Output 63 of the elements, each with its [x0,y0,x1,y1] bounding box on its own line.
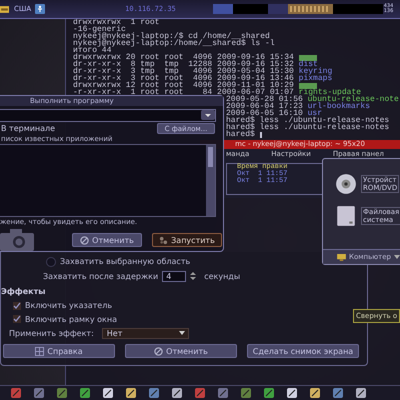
accessibility-icon[interactable] [35,4,46,14]
cancel-button[interactable]: Отменить [125,344,237,358]
run-button[interactable]: Запустить [152,233,222,247]
terminal-line: drwxrwxrwx 20 root root 4096 2009-09-16 15:34 [73,54,295,61]
file-name: rights-update [298,89,362,96]
terminal-line: dr-xr-xr-x 3 root root 4096 2009-09-16 13:46 [73,75,295,82]
terminal-line: итого 44 [73,47,112,54]
terminal-line: hared$ [226,131,256,138]
file-name: keyring [298,68,332,75]
file-name: url-bookmarks [308,103,370,110]
spin-arrows-icon[interactable] [190,271,196,281]
dropdown-icon[interactable] [201,110,215,120]
section-title: Эффекты [1,287,46,296]
gears-icon [159,236,168,244]
cancel-button[interactable]: Отменить [72,233,142,247]
camera-icon [0,229,34,251]
terminal-line: nykeej@nykeej-laptop:/$ cd /home/__shared [73,33,270,40]
checkbox-label[interactable]: Включить рамку окна [25,314,117,324]
terminal-line: 2009-06-04 17:23 [226,103,304,110]
terminal-line: 2009-06-05 16:10 [226,110,303,117]
effect-select[interactable]: Нет [102,328,189,338]
terminal-line: hared$ less ./ubuntu-release-notes [226,117,390,124]
terminal-line: -16-generic [73,26,126,33]
grid-icon [35,346,44,356]
cancel-icon [154,346,164,356]
file-name: pixmaps [298,75,332,82]
radio-button[interactable] [46,256,56,266]
scrollbar[interactable] [206,144,215,216]
disc-icon[interactable] [335,173,357,195]
terminal-line: dr-xr-xr-x 3 tmp tmp 4096 2009-05-04 15:30 [73,68,295,75]
file-name: ubuntu-release-note [308,96,399,103]
delay-spin-field[interactable]: 4 [162,270,186,282]
scrollbar-thumb[interactable] [208,146,213,167]
help-button[interactable]: Справка [3,344,115,358]
radio-label[interactable]: Захватить выбранную область [60,257,190,266]
terminal-line: hared$ less ./ubuntu-release-notes [226,124,390,131]
terminal-line: 2009-05-28 01:56 [226,96,303,103]
checkbox[interactable] [13,302,21,310]
checkbox-label[interactable]: В терминале [1,124,56,134]
terminal-line: drwxrwxrwx 12 root root 4096 2009-11-01 10:29 [73,82,295,89]
caret-icon[interactable] [178,331,185,335]
computer-icon [337,254,346,260]
command-combobox[interactable] [0,108,216,122]
checkbox[interactable] [13,315,21,323]
terminal-line: dr-xr-xr-x 8 tmp tmp 12288 2009-09-16 15:32 [73,61,295,68]
effect-label: Применить эффект: [9,328,94,338]
highlighted-filename [298,54,317,60]
drive-icon[interactable] [335,205,357,227]
terminal-line: drwxrwxrwx 1 root [73,19,160,26]
terminal-line: -r-xr-xr-x 1 root root 84 2009-06-07 01:07 [73,89,294,96]
keyboard-icon[interactable] [0,4,9,14]
highlighted-filename [298,82,317,88]
file-name: usr [308,110,322,117]
text-cursor [260,132,262,138]
file-name: dist [298,61,318,68]
delay-unit: секунды [204,272,240,280]
capture-button[interactable]: Сделать снимок экрана [247,344,359,358]
application-list[interactable] [0,144,216,217]
delay-label: Захватить после задержки [43,272,158,280]
terminal-line: nykeej@nykeej-laptop:/home/__shared$ ls -l [73,40,275,47]
caret-icon[interactable] [394,255,400,259]
checkbox-label[interactable]: Включить указатель [25,301,112,310]
cancel-icon [80,236,90,244]
